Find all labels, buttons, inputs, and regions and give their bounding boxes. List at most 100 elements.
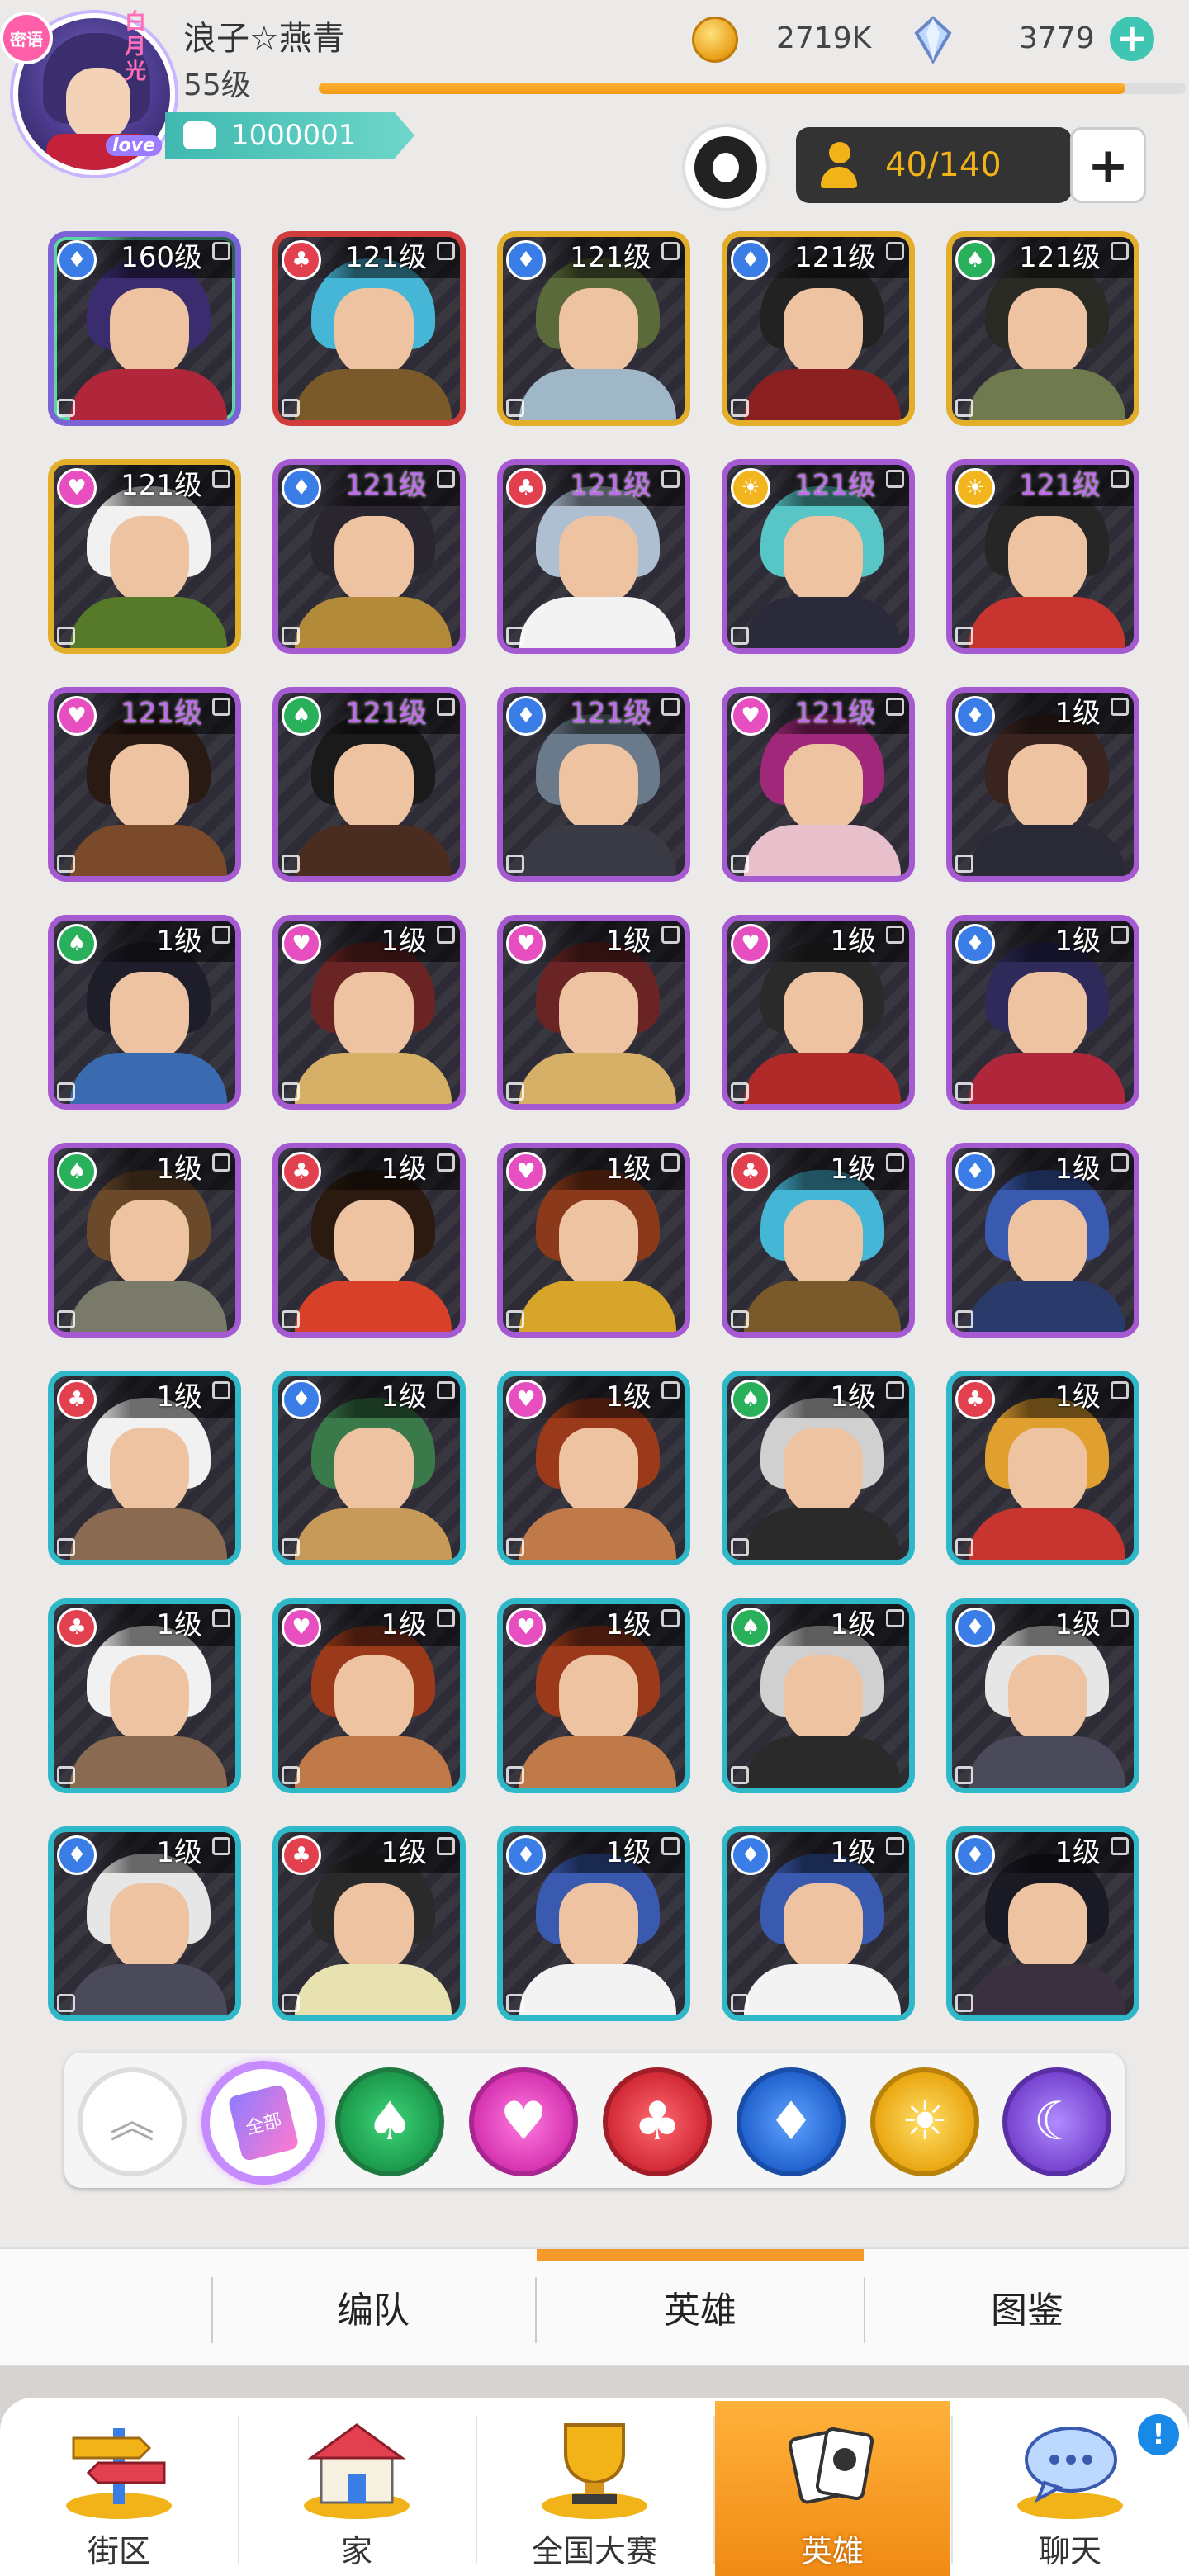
hero-card[interactable]: ♣ 121级 — [272, 231, 466, 426]
spade-icon: ♠ — [366, 2091, 414, 2152]
corner-frame-icon — [886, 1153, 904, 1172]
hero-card[interactable]: ♣ 1级 — [722, 1143, 915, 1338]
hero-portrait-body — [969, 1964, 1125, 2015]
corner-frame-icon — [212, 1381, 230, 1399]
corner-frame-icon — [1111, 1609, 1129, 1627]
hero-card[interactable]: ♠ 1级 — [722, 1598, 915, 1793]
hero-portrait-face — [110, 288, 189, 377]
hero-card[interactable]: ♥ 121级 — [48, 687, 241, 882]
filter-all-button[interactable]: 全部 — [201, 2061, 325, 2185]
filter-spade-button[interactable]: ♠ — [335, 2067, 444, 2176]
hero-portrait-face — [334, 972, 414, 1061]
tab-codex[interactable]: 图鉴 — [865, 2249, 1189, 2365]
hero-card[interactable]: ♦ 1级 — [497, 1826, 690, 2021]
corner-frame-icon — [661, 1381, 680, 1399]
hero-card[interactable]: ♦ 1级 — [946, 687, 1139, 882]
filter-diamond-button[interactable]: ♦ — [737, 2067, 846, 2176]
hero-card[interactable]: ♦ 160级 — [48, 231, 241, 426]
hero-card[interactable]: ♥ 1级 — [722, 915, 915, 1110]
hero-card[interactable]: ☀ 121级 — [722, 459, 915, 654]
hero-card[interactable]: ♦ 1级 — [946, 1826, 1139, 2021]
hero-card[interactable]: ♥ 1级 — [272, 1598, 466, 1793]
filter-sun-button[interactable]: ☀ — [870, 2067, 979, 2176]
chat-alert-badge: ! — [1138, 2414, 1179, 2455]
hero-card[interactable]: ☀ 121级 — [946, 459, 1139, 654]
hero-card[interactable]: ♦ 121级 — [272, 459, 466, 654]
hero-portrait-face — [110, 1883, 189, 1972]
hero-card[interactable]: ♦ 1级 — [272, 1371, 466, 1565]
tab-heroes[interactable]: 英雄 — [537, 2249, 864, 2365]
heart-icon: ♥ — [506, 924, 546, 964]
hero-card[interactable]: ♦ 1级 — [946, 1598, 1139, 1793]
corner-frame-icon — [886, 1381, 904, 1399]
corner-frame-icon — [661, 470, 680, 488]
nav-chat-label: 聊天 — [1038, 2533, 1101, 2569]
hero-card[interactable]: ♣ 1级 — [48, 1598, 241, 1793]
house-icon — [304, 2423, 410, 2519]
hero-card[interactable]: ♥ 121级 — [722, 687, 915, 882]
hero-card[interactable]: ♣ 1级 — [48, 1371, 241, 1565]
hero-card[interactable]: ♠ 121级 — [272, 687, 466, 882]
corner-frame-icon — [212, 470, 230, 488]
hero-portrait-body — [295, 1508, 452, 1560]
nav-street[interactable]: 街区 — [2, 2401, 236, 2576]
nav-heroes[interactable]: 英雄 — [715, 2401, 950, 2576]
hero-card[interactable]: ♥ 1级 — [497, 915, 690, 1110]
collapse-filter-button[interactable]: ︽ — [78, 2067, 187, 2176]
hero-portrait-face — [110, 516, 189, 605]
filter-heart-button[interactable]: ♥ — [469, 2067, 578, 2176]
rank-frame-icon — [955, 1310, 973, 1328]
hero-portrait-body — [519, 1053, 676, 1104]
hero-portrait-body — [744, 1281, 901, 1332]
hero-portrait-face — [110, 1428, 189, 1517]
player-avatar[interactable]: 密语 白月光 love — [0, 3, 185, 185]
hero-portrait-body — [519, 825, 676, 876]
hero-card[interactable]: ♥ 1级 — [497, 1371, 690, 1565]
diamond-icon: ♦ — [282, 468, 321, 508]
hero-portrait-body — [744, 1736, 901, 1788]
hero-card[interactable]: ♠ 121级 — [946, 231, 1139, 426]
filter-moon-button[interactable]: ☾ — [1002, 2067, 1111, 2176]
hero-card[interactable]: ♣ 121级 — [497, 459, 690, 654]
rank-frame-icon — [57, 399, 75, 417]
corner-frame-icon — [1111, 242, 1129, 260]
hero-portrait-body — [70, 1053, 227, 1104]
faction-emblem-icon — [694, 136, 757, 199]
nav-home[interactable]: 家 — [239, 2401, 474, 2576]
formation-button[interactable] — [682, 124, 770, 211]
diamond-icon: ♦ — [731, 240, 770, 280]
corner-frame-icon — [212, 242, 230, 260]
hero-card[interactable]: ♦ 121级 — [497, 231, 690, 426]
hero-card[interactable]: ♦ 121级 — [497, 687, 690, 882]
hero-card[interactable]: ♥ 1级 — [272, 915, 466, 1110]
xp-bar — [319, 83, 1186, 94]
hero-card[interactable]: ♣ 1级 — [272, 1826, 466, 2021]
rank-frame-icon — [506, 1766, 524, 1784]
hero-card[interactable]: ♦ 121级 — [722, 231, 915, 426]
expand-capacity-button[interactable]: + — [1070, 127, 1146, 203]
hero-card[interactable]: ♦ 1级 — [946, 1143, 1139, 1338]
hero-card[interactable]: ♦ 1级 — [48, 1826, 241, 2021]
hero-card[interactable]: ♣ 1级 — [946, 1371, 1139, 1565]
spade-icon: ♠ — [731, 1608, 770, 1647]
hero-card[interactable]: ♠ 1级 — [48, 915, 241, 1110]
hero-card[interactable]: ♣ 1级 — [272, 1143, 466, 1338]
cards-icon — [788, 2427, 874, 2504]
rank-frame-icon — [955, 1082, 973, 1101]
add-currency-button[interactable]: + — [1110, 17, 1154, 61]
hero-card[interactable]: ♥ 1级 — [497, 1598, 690, 1793]
hero-card[interactable]: ♥ 121级 — [48, 459, 241, 654]
hero-card[interactable]: ♦ 1级 — [722, 1826, 915, 2021]
hero-card[interactable]: ♦ 1级 — [946, 915, 1139, 1110]
rank-frame-icon — [506, 1082, 524, 1101]
hero-card[interactable]: ♥ 1级 — [497, 1143, 690, 1338]
hero-portrait-face — [110, 1655, 189, 1745]
filter-club-button[interactable]: ♣ — [603, 2067, 712, 2176]
person-icon — [821, 142, 857, 188]
hero-card[interactable]: ♠ 1级 — [48, 1143, 241, 1338]
tab-formation[interactable]: 编队 — [211, 2249, 535, 2365]
nav-tournament[interactable]: 全国大赛 — [477, 2401, 712, 2576]
all-cards-icon: 全部 — [227, 2083, 300, 2162]
hero-card[interactable]: ♠ 1级 — [722, 1371, 915, 1565]
hero-portrait-face — [334, 744, 414, 833]
